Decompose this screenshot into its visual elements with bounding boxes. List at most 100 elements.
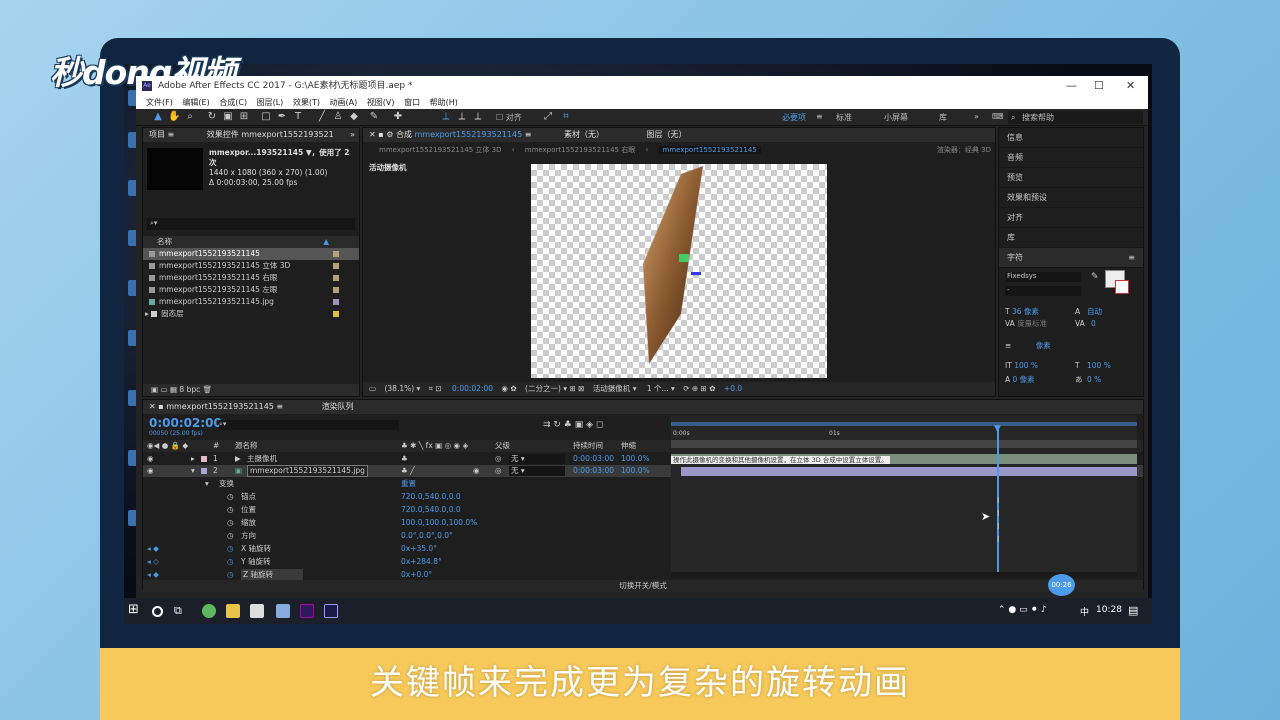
- list-item[interactable]: mmexport1552193521145 左眼: [143, 284, 359, 296]
- monitor-icon[interactable]: ▭: [369, 384, 376, 393]
- view-layout-select[interactable]: 1 个...: [647, 384, 669, 393]
- camera-layer-bar[interactable]: 操作此摄像机的变换和其他摄像机设置，在立体 3D 合成中设置立体设置。: [671, 454, 1137, 464]
- align-checkbox[interactable]: ☐ 对齐: [496, 112, 522, 123]
- rectangle-tool-icon[interactable]: □: [260, 111, 272, 123]
- menu-help[interactable]: 帮助(H): [430, 98, 458, 107]
- zoom-tool-icon[interactable]: ⌕: [184, 111, 196, 123]
- layer-stretch[interactable]: 100.0%: [621, 453, 650, 465]
- transparency-icon[interactable]: ⊠: [578, 384, 584, 393]
- fast-preview-icon[interactable]: ⟳ ⊕ ⊞ ✿: [683, 384, 715, 393]
- region-icon[interactable]: ⊡: [435, 384, 441, 393]
- breadcrumb-item[interactable]: mmexport1552193521145 右眼: [525, 146, 635, 154]
- channel-icon[interactable]: ✿: [510, 384, 516, 393]
- timeline-graph[interactable]: 0:00s 01s 操作此摄像机的变换和其他摄像机设置，在立体 3D 合成中设置…: [671, 416, 1137, 578]
- menu-view[interactable]: 视图(V): [367, 98, 395, 107]
- ime-indicator[interactable]: 中: [1080, 605, 1089, 618]
- keyboard-icon[interactable]: ⌨: [992, 112, 1004, 121]
- clock[interactable]: 10:28: [1096, 605, 1122, 615]
- menu-file[interactable]: 文件(F): [146, 98, 173, 107]
- panel-effects-presets[interactable]: 效果和预设: [999, 188, 1143, 208]
- tab-layer[interactable]: 图层（无）: [647, 130, 687, 139]
- list-item[interactable]: mmexport1552193521145 右眼: [143, 272, 359, 284]
- composition-viewer[interactable]: [531, 164, 827, 378]
- puppet-tool-icon[interactable]: ✚: [392, 111, 404, 123]
- grid-icon[interactable]: ⌗: [429, 384, 433, 393]
- tab-render-queue[interactable]: 渲染队列: [322, 402, 354, 411]
- type-tool-icon[interactable]: T: [292, 111, 304, 123]
- project-search-input[interactable]: ⌕▾: [147, 218, 355, 230]
- hscale-value[interactable]: 100 %: [1087, 360, 1111, 372]
- exposure-value[interactable]: +0.0: [724, 384, 742, 393]
- renderer-label[interactable]: 渲染器：经典 3D: [937, 144, 991, 156]
- toggle-switches-modes[interactable]: 切换开关/模式: [143, 580, 1143, 592]
- resolution-select[interactable]: (二分之一): [525, 384, 561, 393]
- store-icon[interactable]: [250, 604, 264, 618]
- layer-duration[interactable]: 0:00:03:00: [573, 453, 614, 465]
- list-item[interactable]: mmexport1552193521145: [143, 248, 359, 260]
- list-item[interactable]: mmexport1552193521145.jpg: [143, 296, 359, 308]
- timeline-tools-icons[interactable]: ⇉ ↻ ♣ ▣ ◈ ◻: [543, 420, 603, 430]
- stroke-color-swatch[interactable]: [1115, 280, 1129, 294]
- workspace-standard[interactable]: 标准: [836, 112, 852, 123]
- keyframe-icon[interactable]: I: [997, 509, 999, 518]
- breadcrumb-item[interactable]: mmexport1552193521145: [658, 146, 761, 154]
- breadcrumb-item[interactable]: mmexport1552193521145 立体 3D: [379, 146, 502, 154]
- minimize-button[interactable]: —: [1066, 76, 1077, 96]
- camera-tool-icon[interactable]: ▣: [222, 111, 234, 123]
- font-style-select[interactable]: -: [1005, 286, 1081, 296]
- menu-animation[interactable]: 动画(A): [330, 98, 358, 107]
- app-icon[interactable]: [202, 604, 216, 618]
- help-search-input[interactable]: ⌕ 搜索帮助: [1008, 111, 1143, 124]
- workspace-small[interactable]: 小屏幕: [884, 112, 908, 123]
- layer-duration[interactable]: 0:00:03:00: [573, 465, 614, 477]
- cortana-icon[interactable]: [152, 606, 163, 617]
- tracking-value[interactable]: 0: [1091, 318, 1096, 330]
- view-select[interactable]: 活动摄像机: [593, 384, 631, 393]
- brush-tool-icon[interactable]: ╱: [316, 111, 328, 123]
- current-time[interactable]: 0:00:02:00: [452, 384, 493, 393]
- list-item[interactable]: mmexport1552193521145 立体 3D: [143, 260, 359, 272]
- maximize-button[interactable]: ☐: [1094, 76, 1104, 96]
- clone-stamp-tool-icon[interactable]: ♙: [332, 111, 344, 123]
- roto-brush-tool-icon[interactable]: ✎: [368, 111, 380, 123]
- after-effects-icon[interactable]: [324, 604, 338, 618]
- explorer-icon[interactable]: [226, 604, 240, 618]
- hand-tool-icon[interactable]: ✋: [168, 111, 180, 123]
- playhead-handle-icon[interactable]: ▼: [994, 424, 1001, 434]
- keyframe-icon[interactable]: I: [997, 535, 999, 544]
- parent-select[interactable]: 无 ▾: [509, 466, 565, 476]
- panel-audio[interactable]: 音频: [999, 148, 1143, 168]
- workspace-essentials[interactable]: 必要项: [782, 112, 806, 123]
- comp-name[interactable]: mmexport1552193521145: [414, 130, 522, 139]
- font-size-value[interactable]: 36 像素: [1012, 307, 1039, 316]
- font-select[interactable]: Fixedsys: [1005, 272, 1081, 282]
- layer-stretch[interactable]: 100.0%: [621, 465, 650, 477]
- tab-effect-controls[interactable]: 效果控件 mmexport1552193521: [207, 130, 334, 139]
- premiere-icon[interactable]: [300, 604, 314, 618]
- image-layer-bar[interactable]: [681, 467, 1137, 476]
- rotated-image-layer[interactable]: [531, 164, 827, 378]
- snap-grid-icon[interactable]: ⌗: [560, 111, 572, 123]
- timeline-search-input[interactable]: ⌕▾: [219, 420, 399, 430]
- tsume-value[interactable]: 0 %: [1087, 374, 1101, 386]
- menu-window[interactable]: 窗口: [404, 98, 420, 107]
- panel-library[interactable]: 库: [999, 228, 1143, 248]
- roi-icon[interactable]: ⊞: [569, 384, 575, 393]
- keyframe-icon[interactable]: I: [997, 496, 999, 505]
- zoom-level[interactable]: (38.1%): [384, 384, 414, 393]
- kerning-value[interactable]: 度量标准: [1017, 319, 1047, 328]
- work-area-bar[interactable]: [671, 422, 1137, 426]
- workspace-more-icon[interactable]: »: [974, 112, 979, 121]
- view-axis-icon[interactable]: ⟂: [472, 111, 484, 123]
- panel-preview[interactable]: 预览: [999, 168, 1143, 188]
- task-view-icon[interactable]: ⧉: [174, 604, 188, 618]
- eraser-tool-icon[interactable]: ◆: [348, 111, 360, 123]
- menu-effect[interactable]: 效果(T): [293, 98, 320, 107]
- panel-character[interactable]: 字符 ≡: [999, 248, 1143, 268]
- menu-composition[interactable]: 合成(C): [219, 98, 247, 107]
- vscale-value[interactable]: 100 %: [1014, 361, 1038, 370]
- layer-name[interactable]: 主摄像机: [247, 453, 277, 465]
- list-item[interactable]: ▸ 固态层: [143, 308, 359, 320]
- stroke-unit[interactable]: 像素: [1036, 341, 1051, 350]
- panel-expand-icon[interactable]: »: [350, 128, 355, 142]
